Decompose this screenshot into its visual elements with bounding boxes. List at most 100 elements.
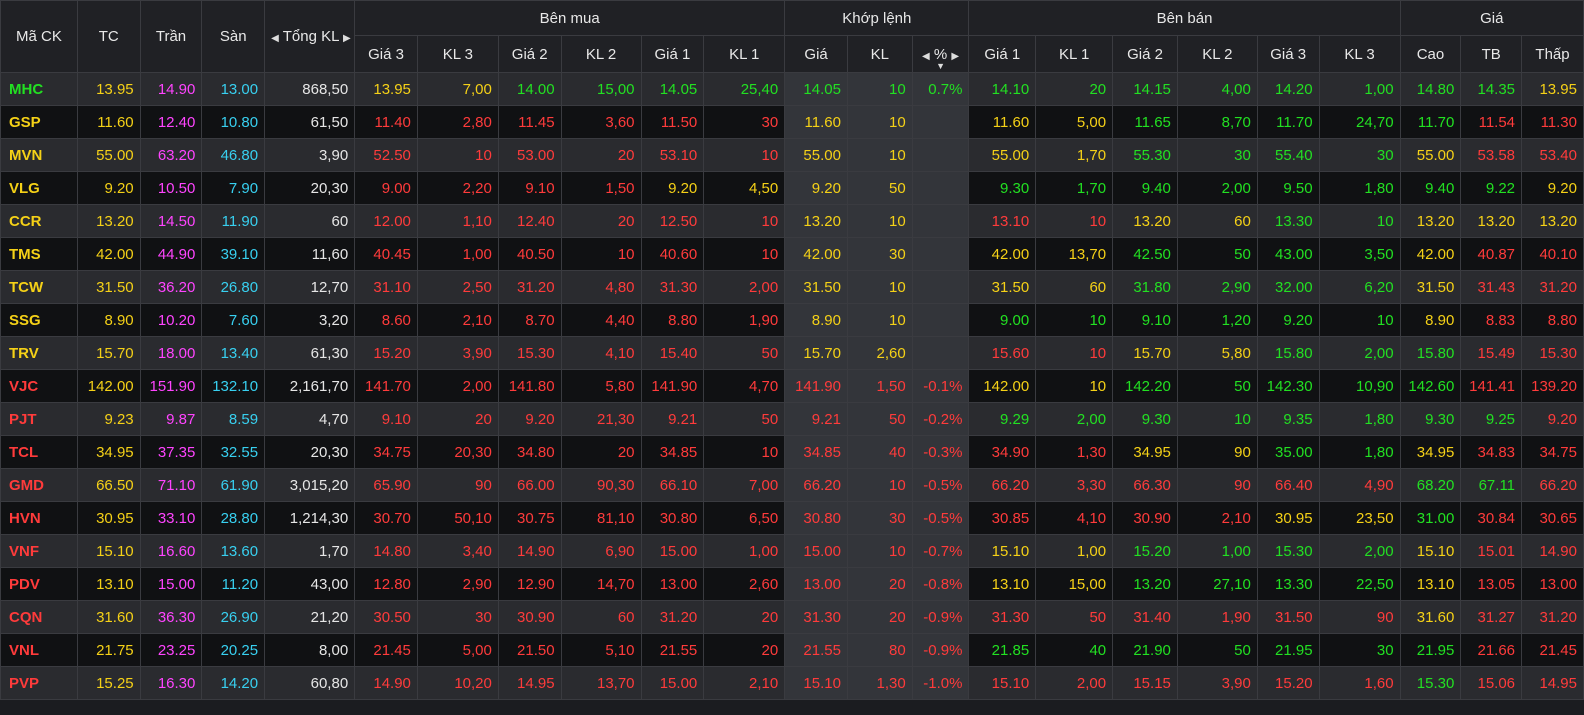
col-total-vol-header[interactable]: ◀ Tổng KL ▶ xyxy=(264,0,356,73)
cell-sym[interactable]: SSG xyxy=(0,303,78,337)
caret-left-icon[interactable]: ◀ xyxy=(271,33,279,44)
cell-sym[interactable]: CCR xyxy=(0,204,78,238)
table-body: MHC 13.95 14.90 13.00 868,50 13.95 7,00 14.00 15… xyxy=(0,72,1584,700)
cell-b1: 13.00 xyxy=(640,567,705,601)
cell-sym[interactable]: MHC xyxy=(0,72,78,106)
table-row[interactable]: TCL 34.95 37.35 32.55 20,30 34.75 20,30 34.80 20… xyxy=(0,435,1584,469)
cell-tkl: 1,70 xyxy=(264,534,356,568)
col-sell-vol2[interactable]: KL 2 xyxy=(1176,35,1258,73)
cell-mp: 13.20 xyxy=(784,204,848,238)
col-buy-vol1[interactable]: KL 1 xyxy=(703,35,786,73)
col-sell-vol3[interactable]: KL 3 xyxy=(1318,35,1401,73)
cell-s3: 11.70 xyxy=(1256,105,1320,139)
table-row[interactable]: MHC 13.95 14.90 13.00 868,50 13.95 7,00 14.00 15… xyxy=(0,72,1584,106)
table-row[interactable]: PDV 13.10 15.00 11.20 43,00 12.80 2,90 12.90 14,… xyxy=(0,567,1584,601)
cell-tc: 31.60 xyxy=(76,600,141,634)
cell-bv3: 1,00 xyxy=(416,237,499,271)
cell-avg: 31.43 xyxy=(1460,270,1523,304)
pct-caret-left-icon[interactable]: ◀ xyxy=(922,51,930,62)
cell-s1: 21.85 xyxy=(968,633,1037,667)
col-floor-header[interactable]: Sàn xyxy=(201,0,266,73)
col-buy-vol3[interactable]: KL 3 xyxy=(416,35,499,73)
cell-sym[interactable]: VNF xyxy=(0,534,78,568)
cell-b2: 53.00 xyxy=(497,138,562,172)
cell-sym[interactable]: HVN xyxy=(0,501,78,535)
table-row[interactable]: TCW 31.50 36.20 26.80 12,70 31.10 2,50 31.20 4,8… xyxy=(0,270,1584,304)
table-row[interactable]: CQN 31.60 36.30 26.90 21,20 30.50 30 30.90 60 31.… xyxy=(0,600,1584,634)
cell-sym[interactable]: VLG xyxy=(0,171,78,205)
cell-sym[interactable]: MVN xyxy=(0,138,78,172)
cell-hi: 31.00 xyxy=(1399,501,1462,535)
cell-sym[interactable]: TRV xyxy=(0,336,78,370)
cell-mp: 15.10 xyxy=(784,666,848,700)
table-row[interactable]: SSG 8.90 10.20 7.60 3,20 8.60 2,10 8.70 4,40 8.80… xyxy=(0,303,1584,337)
cell-sym[interactable]: TMS xyxy=(0,237,78,271)
col-match-vol[interactable]: KL xyxy=(846,35,913,73)
cell-b3: 34.75 xyxy=(354,435,418,469)
cell-sv3: 30 xyxy=(1318,138,1401,172)
pct-caret-right-icon[interactable]: ▶ xyxy=(951,51,959,62)
cell-avg: 14.35 xyxy=(1460,72,1523,106)
table-row[interactable]: MVN 55.00 63.20 46.80 3,90 52.50 10 53.00 20 53.1… xyxy=(0,138,1584,172)
table-row[interactable]: VLG 9.20 10.50 7.90 20,30 9.00 2,20 9.10 1,50 9.2… xyxy=(0,171,1584,205)
col-sell-vol1[interactable]: KL 1 xyxy=(1035,35,1114,73)
cell-s2: 9.10 xyxy=(1112,303,1178,337)
cell-sym[interactable]: TCL xyxy=(0,435,78,469)
cell-sym[interactable]: VJC xyxy=(0,369,78,403)
col-avg[interactable]: TB xyxy=(1460,35,1523,73)
cell-s1: 34.90 xyxy=(968,435,1037,469)
cell-hi: 55.00 xyxy=(1399,138,1462,172)
table-row[interactable]: TRV 15.70 18.00 13.40 61,30 15.20 3,90 15.30 4,1… xyxy=(0,336,1584,370)
cell-sym[interactable]: PJT xyxy=(0,402,78,436)
table-row[interactable]: GSP 11.60 12.40 10.80 61,50 11.40 2,80 11.45 3,6… xyxy=(0,105,1584,139)
cell-sv2: 50 xyxy=(1176,633,1258,667)
cell-tran: 33.10 xyxy=(139,501,203,535)
cell-lo: 31.20 xyxy=(1521,270,1584,304)
table-row[interactable]: VNF 15.10 16.60 13.60 1,70 14.80 3,40 14.90 6,90… xyxy=(0,534,1584,568)
cell-s3: 15.80 xyxy=(1256,336,1320,370)
cell-sym[interactable]: VNL xyxy=(0,633,78,667)
cell-mv: 10 xyxy=(846,270,913,304)
cell-lo: 13.00 xyxy=(1521,567,1584,601)
cell-bv1: 10 xyxy=(703,435,786,469)
col-match-price[interactable]: Giá xyxy=(784,35,848,73)
cell-sym[interactable]: TCW xyxy=(0,270,78,304)
cell-pct xyxy=(911,336,970,370)
table-row[interactable]: VNL 21.75 23.25 20.25 8,00 21.45 5,00 21.50 5,10… xyxy=(0,633,1584,667)
col-high[interactable]: Cao xyxy=(1399,35,1462,73)
col-buy-price3[interactable]: Giá 3 xyxy=(354,35,418,73)
table-row[interactable]: VJC 142.00 151.90 132.10 2,161,70 141.70 2,00 1… xyxy=(0,369,1584,403)
cell-san: 46.80 xyxy=(201,138,266,172)
cell-s1: 15.60 xyxy=(968,336,1037,370)
col-buy-vol2[interactable]: KL 2 xyxy=(560,35,642,73)
table-row[interactable]: TMS 42.00 44.90 39.10 11,60 40.45 1,00 40.50 10 4… xyxy=(0,237,1584,271)
cell-s2: 11.65 xyxy=(1112,105,1178,139)
col-buy-price2[interactable]: Giá 2 xyxy=(497,35,562,73)
col-buy-price1[interactable]: Giá 1 xyxy=(640,35,705,73)
cell-sym[interactable]: PDV xyxy=(0,567,78,601)
col-match-pct[interactable]: ◀ % ▶ ▼ xyxy=(911,35,970,73)
table-row[interactable]: PVP 15.25 16.30 14.20 60,80 14.90 10,20 14.95 13… xyxy=(0,666,1584,700)
cell-sym[interactable]: PVP xyxy=(0,666,78,700)
caret-right-icon[interactable]: ▶ xyxy=(343,33,351,44)
sort-desc-icon[interactable]: ▼ xyxy=(936,61,945,71)
col-ceil-header[interactable]: Trần xyxy=(139,0,203,73)
cell-sym[interactable]: GSP xyxy=(0,105,78,139)
col-sell-price1[interactable]: Giá 1 xyxy=(968,35,1037,73)
cell-bv3: 10,20 xyxy=(416,666,499,700)
col-sell-price2[interactable]: Giá 2 xyxy=(1112,35,1178,73)
cell-sym[interactable]: GMD xyxy=(0,468,78,502)
table-row[interactable]: PJT 9.23 9.87 8.59 4,70 9.10 20 9.20 21,30 9.21 50… xyxy=(0,402,1584,436)
table-row[interactable]: CCR 13.20 14.50 11.90 60 12.00 1,10 12.40 20 12.5… xyxy=(0,204,1584,238)
cell-sym[interactable]: CQN xyxy=(0,600,78,634)
cell-hi: 42.00 xyxy=(1399,237,1462,271)
cell-mv: 80 xyxy=(846,633,913,667)
cell-tkl: 2,161,70 xyxy=(264,369,356,403)
cell-avg: 13.20 xyxy=(1460,204,1523,238)
col-ref-header[interactable]: TC xyxy=(76,0,141,73)
col-symbol-header[interactable]: Mã CK xyxy=(0,0,78,73)
table-row[interactable]: HVN 30.95 33.10 28.80 1,214,30 30.70 50,10 30.7… xyxy=(0,501,1584,535)
col-low[interactable]: Thấp xyxy=(1521,35,1584,73)
table-row[interactable]: GMD 66.50 71.10 61.90 3,015,20 65.90 90 66.00 90… xyxy=(0,468,1584,502)
col-sell-price3[interactable]: Giá 3 xyxy=(1256,35,1320,73)
